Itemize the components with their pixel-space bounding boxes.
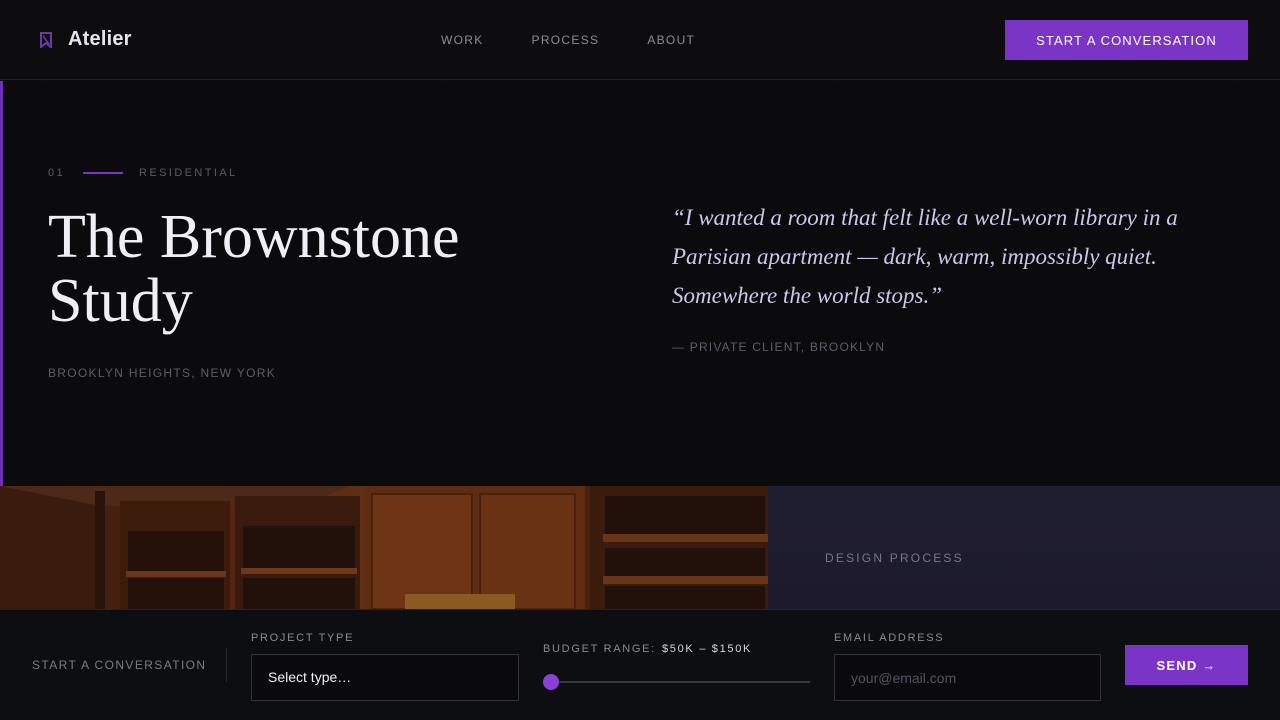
nav-link-about[interactable]: ABOUT xyxy=(647,33,695,47)
budget-label-group: BUDGET RANGE: $50K – $150K xyxy=(543,643,752,655)
budget-label: BUDGET RANGE: xyxy=(543,643,656,655)
accent-bar xyxy=(0,81,3,486)
site-header: Atelier WORK PROCESS ABOUT START A CONVE… xyxy=(0,0,1280,80)
quote-attribution: — PRIVATE CLIENT, BROOKLYN xyxy=(672,340,886,354)
email-field[interactable] xyxy=(834,654,1101,701)
project-index: 01 xyxy=(48,167,66,179)
library-illustration xyxy=(0,486,768,609)
design-process-panel[interactable]: DESIGN PROCESS xyxy=(768,486,1280,609)
send-button[interactable]: SEND → xyxy=(1125,645,1248,685)
brand-name: Atelier xyxy=(68,28,132,50)
project-type-label: PROJECT TYPE xyxy=(251,632,355,644)
form-section-label: START A CONVERSATION xyxy=(32,658,207,672)
budget-slider-track[interactable] xyxy=(551,681,810,683)
library-photo xyxy=(0,486,768,609)
email-label: EMAIL ADDRESS xyxy=(834,632,945,644)
main-nav: WORK PROCESS ABOUT xyxy=(441,33,743,47)
budget-value: $50K – $150K xyxy=(661,643,753,655)
budget-slider-thumb[interactable] xyxy=(543,674,559,690)
project-type-select[interactable]: Select type… xyxy=(251,654,519,701)
bookmark-logo-icon xyxy=(40,31,52,48)
nav-link-work[interactable]: WORK xyxy=(441,33,484,47)
project-location: BROOKLYN HEIGHTS, NEW YORK xyxy=(48,366,277,380)
design-process-label: DESIGN PROCESS xyxy=(825,551,964,565)
kicker-divider xyxy=(83,172,124,174)
project-category: RESIDENTIAL xyxy=(139,167,238,179)
client-quote: “I wanted a room that felt like a well-w… xyxy=(672,205,1178,308)
image-strip: DESIGN PROCESS xyxy=(0,486,1280,609)
logo[interactable]: Atelier xyxy=(40,28,132,51)
nav-link-process[interactable]: PROCESS xyxy=(532,33,600,47)
project-kicker: 01 RESIDENTIAL xyxy=(48,167,238,179)
project-title: The Brownstone Study xyxy=(48,203,460,335)
contact-form-bar: START A CONVERSATION PROJECT TYPE Select… xyxy=(0,609,1280,720)
project-hero: 01 RESIDENTIAL The Brownstone Study BROO… xyxy=(0,81,1280,486)
start-conversation-button[interactable]: START A CONVERSATION xyxy=(1005,20,1248,60)
form-divider xyxy=(226,648,227,682)
